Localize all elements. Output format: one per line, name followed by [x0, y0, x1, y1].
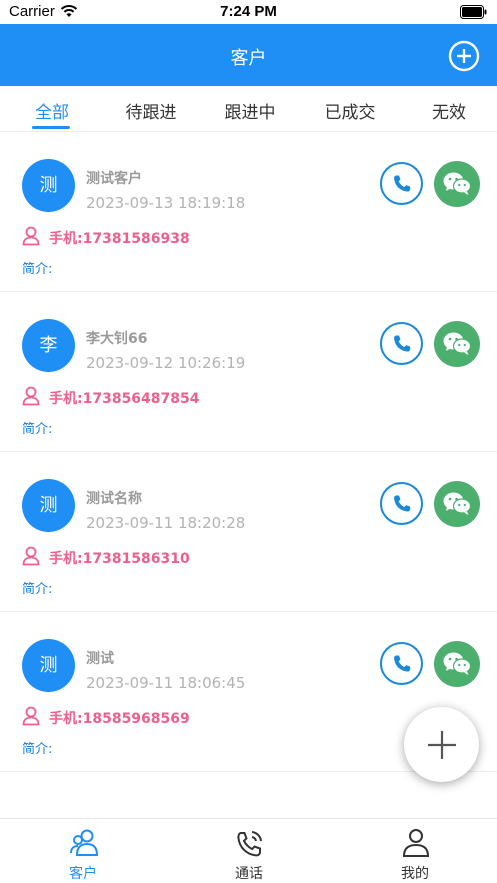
- clock: 7:24 PM: [220, 3, 277, 20]
- call-button[interactable]: [380, 482, 423, 525]
- customer-name: 测试客户: [86, 171, 142, 187]
- wechat-button[interactable]: [434, 161, 480, 207]
- phone-number: 手机:18585968569: [49, 711, 190, 727]
- phone-number: 手机:17381586310: [49, 551, 190, 567]
- avatar: 测: [22, 159, 75, 212]
- tabbar-label-profile: 我的: [401, 866, 429, 882]
- filter-tabs: 全部 待跟进 跟进中 已成交 无效: [0, 86, 497, 132]
- intro-label: 简介:: [22, 742, 53, 757]
- page-title: 客户: [230, 48, 267, 69]
- wechat-icon: [443, 172, 472, 195]
- phone-icon: [394, 335, 411, 352]
- customers-icon: [70, 829, 99, 856]
- nav-bar: 客户: [0, 24, 497, 86]
- tab-pending-follow-up[interactable]: 待跟进: [111, 98, 191, 123]
- wechat-button[interactable]: [434, 641, 480, 687]
- plus-icon: [428, 731, 456, 759]
- customer-name: 李大钊66: [86, 331, 148, 347]
- plus-circle-icon[interactable]: [448, 40, 480, 72]
- call-button[interactable]: [380, 322, 423, 365]
- tab-closed-deal[interactable]: 已成交: [310, 98, 390, 123]
- tabbar-label-customers: 客户: [69, 866, 97, 882]
- customer-card[interactable]: 测 测试客户 2023-09-13 18:19:18 手机:1738158693…: [0, 132, 497, 292]
- battery-icon: [460, 5, 487, 19]
- customer-name: 测试: [86, 651, 114, 667]
- profile-icon: [402, 829, 430, 857]
- wechat-icon: [443, 492, 472, 515]
- customer-date: 2023-09-13 18:19:18: [86, 194, 246, 212]
- customer-card[interactable]: 李 李大钊66 2023-09-12 10:26:19 手机:173856487…: [0, 292, 497, 452]
- phone-number: 手机:173856487854: [49, 391, 200, 407]
- phone-icon: [394, 175, 411, 192]
- wechat-button[interactable]: [434, 481, 480, 527]
- customer-date: 2023-09-11 18:20:28: [86, 514, 246, 532]
- tab-all[interactable]: 全部: [12, 98, 92, 123]
- person-icon: [22, 546, 40, 566]
- avatar: 测: [22, 639, 75, 692]
- tab-invalid[interactable]: 无效: [409, 98, 489, 123]
- tabbar-label-calls: 通话: [235, 866, 263, 882]
- phone-number: 手机:17381586938: [49, 231, 190, 247]
- tab-following-up[interactable]: 跟进中: [210, 98, 290, 123]
- bottom-tab-bar: 客户 通话 我的: [0, 818, 497, 883]
- tabbar-item-calls[interactable]: 通话: [166, 819, 332, 883]
- tabbar-item-customers[interactable]: 客户: [0, 819, 166, 883]
- tabbar-item-profile[interactable]: 我的: [332, 819, 497, 883]
- wechat-icon: [443, 652, 472, 675]
- customer-date: 2023-09-12 10:26:19: [86, 354, 246, 372]
- customer-card[interactable]: 测 测试名称 2023-09-11 18:20:28 手机:1738158631…: [0, 452, 497, 612]
- person-icon: [22, 226, 40, 246]
- intro-label: 简介:: [22, 422, 53, 437]
- avatar: 测: [22, 479, 75, 532]
- customer-date: 2023-09-11 18:06:45: [86, 674, 246, 692]
- add-customer-fab[interactable]: [404, 707, 479, 782]
- active-tab-indicator: [32, 126, 70, 129]
- intro-label: 简介:: [22, 582, 53, 597]
- person-icon: [22, 706, 40, 726]
- phone-icon: [394, 655, 411, 672]
- person-icon: [22, 386, 40, 406]
- call-button[interactable]: [380, 642, 423, 685]
- wechat-icon: [443, 332, 472, 355]
- wechat-button[interactable]: [434, 321, 480, 367]
- phone-icon: [394, 495, 411, 512]
- call-button[interactable]: [380, 162, 423, 205]
- phone-call-icon: [237, 831, 262, 857]
- status-bar: Carrier 7:24 PM: [0, 0, 497, 24]
- avatar: 李: [22, 319, 75, 372]
- intro-label: 简介:: [22, 262, 53, 277]
- customer-name: 测试名称: [86, 491, 142, 507]
